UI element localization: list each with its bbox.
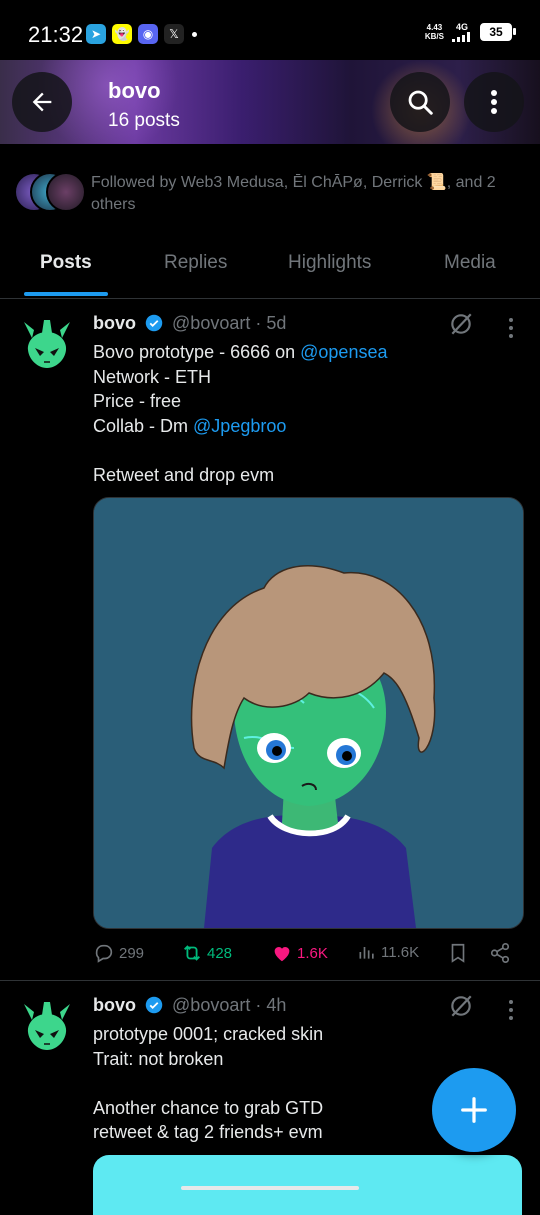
status-time: 21:32 [28,22,84,47]
more-notifications-dot [192,31,197,37]
discord-icon: ◉ [138,24,158,44]
verified-badge-icon [145,314,163,332]
net-speed-unit: KB/S [424,32,444,41]
reply-icon [95,944,113,963]
tweet-line: Retweet and drop evm [93,464,275,485]
tweet-line: Price - free [93,391,182,411]
profile-tabs: Posts Replies Highlights Media [0,236,540,299]
profile-name: bovo [108,78,161,103]
tweet-header: bovo @bovoart · 5d [93,313,286,334]
tweet-separator: · [255,995,262,1015]
avatar [46,172,86,212]
telegram-icon: ➤ [86,24,106,44]
tweet-more-icon[interactable] [508,318,514,342]
tweet-line-text: Collab - Dm [93,415,194,436]
tweet-line: prototype 0001; cracked skin [93,1024,324,1044]
tweet-actions: 299 428 1.6K 11.6K [93,942,523,966]
tweet-line: Collab - Dm @Jpegbroo [93,414,523,439]
tweet-line-text: Bovo prototype - 6666 on [93,342,301,362]
tweet-line: Network - ETH [93,366,212,387]
tweet-separator: · [255,313,262,333]
arrow-left-icon [32,92,52,112]
network-type: 4G [455,22,468,32]
nft-character-image [94,498,523,928]
share-icon[interactable] [489,942,511,964]
followed-by-text: Followed by Web3 Medusa, Ēl ChĀPø, Derri… [91,174,496,213]
profile-banner [0,60,540,144]
tweet-line: Trait: not broken [93,1048,224,1069]
more-options-button[interactable] [464,72,524,132]
tweet-header: bovo @bovoart · 4h [93,995,286,1016]
net-speed-value: 4.43 [426,23,443,32]
search-button[interactable] [390,72,450,132]
tab-media[interactable]: Media [444,252,496,274]
plus-icon [461,1097,487,1123]
post-count: 16 posts [108,110,180,131]
follower-avatars [14,172,86,212]
vertical-dots-icon [491,90,497,114]
gesture-nav-bar[interactable] [181,1186,359,1190]
like-count: 1.6K [297,944,328,962]
reply-count: 299 [119,944,145,962]
tweet-time[interactable]: 5d [266,313,286,333]
tab-posts[interactable]: Posts [40,252,92,274]
tweet-handle[interactable]: @bovoart [172,313,250,333]
repost-button[interactable]: 428 [181,942,232,964]
repost-count: 428 [207,944,233,962]
compose-button[interactable] [432,1068,516,1152]
tweet-line: Bovo prototype - 6666 on @opensea [93,340,523,365]
verified-badge-icon [145,996,163,1014]
notification-icons: ➤ 👻 ◉ 𝕏 [86,24,197,44]
avatar[interactable] [22,1000,72,1052]
views-button[interactable]: 11.6K [357,942,419,962]
avatar[interactable] [22,318,72,370]
signal-icon: 4G [452,22,472,42]
repost-icon [184,945,200,961]
net-speed: 4.43 KB/S [425,23,444,41]
search-icon [408,90,433,115]
status-bar: 21:32 ➤ 👻 ◉ 𝕏 4.43 KB/S 4G 35 [0,0,540,60]
mention-link[interactable]: @Jpegbroo [193,416,286,436]
view-count: 11.6K [381,943,420,961]
tweet-author-name[interactable]: bovo [93,313,136,333]
tweet-handle[interactable]: @bovoart [172,995,250,1015]
tweet-text: Bovo prototype - 6666 on @opensea Networ… [93,340,523,487]
tweet-author-name[interactable]: bovo [93,995,136,1015]
mention-link[interactable]: @opensea [300,342,387,362]
views-chart-icon [359,947,374,959]
active-tab-indicator [24,292,108,296]
like-button[interactable]: 1.6K [271,942,328,964]
tweet-more-icon[interactable] [508,1000,514,1024]
x-icon: 𝕏 [164,24,184,44]
bookmark-icon[interactable] [447,942,469,964]
grok-icon[interactable] [448,993,474,1019]
tab-replies[interactable]: Replies [164,252,227,274]
heart-icon [274,947,290,962]
followed-by[interactable]: Followed by Web3 Medusa, Ēl ChĀPø, Derri… [14,170,524,220]
tweet-divider [0,980,540,981]
reply-button[interactable]: 299 [93,942,144,964]
grok-icon[interactable] [448,311,474,337]
tweet-time[interactable]: 4h [266,995,286,1015]
tweet-media-image[interactable] [93,1155,522,1215]
tweet-media-image[interactable] [93,497,524,929]
battery-icon: 35 [480,23,516,41]
snapchat-icon: 👻 [112,24,132,44]
tab-highlights[interactable]: Highlights [288,252,371,274]
back-button[interactable] [12,72,72,132]
